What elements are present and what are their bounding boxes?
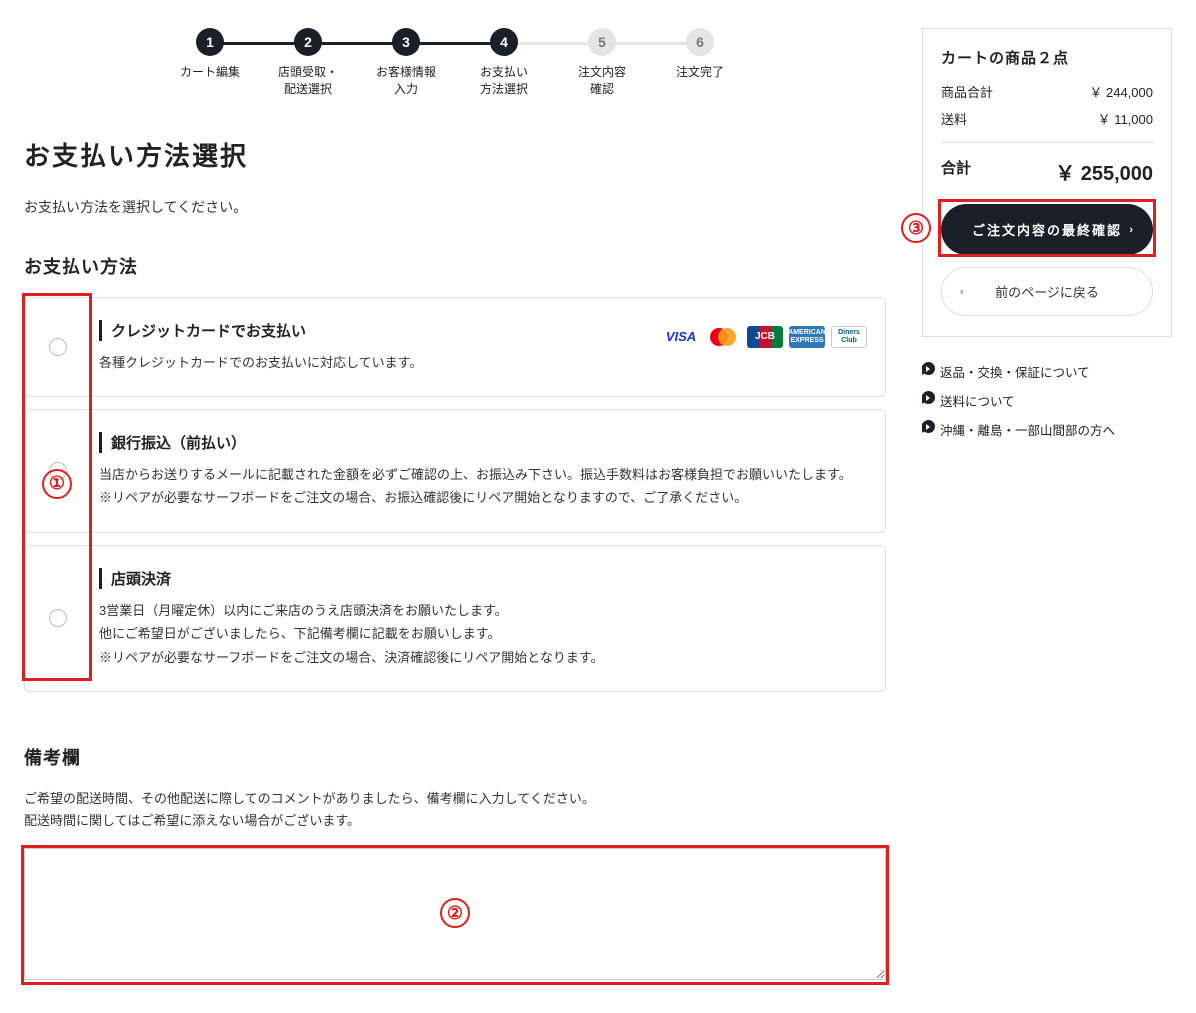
confirm-order-button[interactable]: ご注文内容の最終確認 ›: [941, 204, 1153, 255]
back-button[interactable]: ‹ 前のページに戻る: [941, 267, 1153, 316]
payment-desc: 当店からお送りするメールに記載された金額を必ずご確認の上、お振込み下さい。振込手…: [99, 463, 859, 510]
annotation-callout-3: ③: [901, 213, 931, 243]
step-5: 5 注文内容確認: [553, 28, 651, 98]
mastercard-icon: [705, 326, 741, 348]
link-returns[interactable]: 返品・交換・保証について: [922, 357, 1172, 386]
card-brand-logos: VISA JCB AMERICAN EXPRESS Diners Club: [663, 326, 867, 348]
chevron-left-icon: ‹: [960, 286, 964, 298]
payment-desc: 3営業日（月曜定休）以内にご来店のうえ店頭決済をお願いたします。他にご希望日がご…: [99, 599, 859, 669]
step-label: お支払い方法選択: [480, 64, 528, 98]
arrow-circle-icon: [922, 420, 935, 433]
step-number: 2: [294, 28, 322, 56]
diners-icon: Diners Club: [831, 326, 867, 348]
remarks-heading: 備考欄: [24, 744, 886, 770]
confirm-button-label: ご注文内容の最終確認: [972, 223, 1122, 238]
checkout-stepper: 1 カート編集 2 店頭受取・配送選択 3 お客様情報入力 4 お支払い方法選択…: [24, 28, 886, 98]
page-subtitle: お支払い方法を選択してください。: [24, 197, 886, 217]
step-1: 1 カート編集: [161, 28, 259, 81]
link-shipping[interactable]: 送料について: [922, 386, 1172, 415]
arrow-circle-icon: [922, 362, 935, 375]
radio-in-store[interactable]: [49, 609, 67, 627]
visa-icon: VISA: [663, 326, 699, 348]
amex-icon: AMERICAN EXPRESS: [789, 326, 825, 348]
step-label: 店頭受取・配送選択: [278, 64, 338, 98]
arrow-circle-icon: [922, 391, 935, 404]
payment-option-in-store[interactable]: 店頭決済 3営業日（月曜定休）以内にご来店のうえ店頭決済をお願いたします。他にご…: [24, 545, 886, 692]
step-6: 6 注文完了: [651, 28, 749, 81]
step-2: 2 店頭受取・配送選択: [259, 28, 357, 98]
step-number: 5: [588, 28, 616, 56]
shipping-value: ￥ 11,000: [1098, 109, 1153, 128]
step-label: 注文完了: [676, 64, 724, 81]
remarks-textarea[interactable]: [24, 848, 886, 980]
step-number: 3: [392, 28, 420, 56]
jcb-icon: JCB: [747, 326, 783, 348]
total-label: 合計: [941, 157, 971, 186]
payment-option-bank-transfer[interactable]: 銀行振込（前払い） 当店からお送りするメールに記載された金額を必ずご確認の上、お…: [24, 409, 886, 533]
remarks-description: ご希望の配送時間、その他配送に際してのコメントがありましたら、備考欄に入力してく…: [24, 788, 886, 832]
cart-summary: カートの商品２点 商品合計 ￥ 244,000 送料 ￥ 11,000 合計 ￥…: [922, 28, 1172, 337]
chevron-right-icon: ›: [1129, 224, 1135, 236]
payment-heading: お支払い方法: [24, 253, 886, 279]
payment-title: 店頭決済: [99, 568, 859, 589]
payment-option-credit-card[interactable]: クレジットカードでお支払い 各種クレジットカードでのお支払いに対応しています。 …: [24, 297, 886, 397]
shipping-label: 送料: [941, 109, 967, 128]
subtotal-label: 商品合計: [941, 82, 993, 101]
radio-bank-transfer[interactable]: [49, 462, 67, 480]
link-remote-areas[interactable]: 沖縄・離島・一部山間部の方へ: [922, 415, 1172, 444]
payment-method-list: ① クレジットカードでお支払い 各種クレジットカードでのお支払いに対応しています…: [24, 297, 886, 692]
info-links: 返品・交換・保証について 送料について 沖縄・離島・一部山間部の方へ: [922, 357, 1172, 444]
step-3: 3 お客様情報入力: [357, 28, 455, 98]
payment-title: 銀行振込（前払い）: [99, 432, 859, 453]
step-number: 6: [686, 28, 714, 56]
page-title: お支払い方法選択: [24, 136, 886, 173]
step-4: 4 お支払い方法選択: [455, 28, 553, 98]
step-label: カート編集: [180, 64, 240, 81]
subtotal-value: ￥ 244,000: [1089, 82, 1153, 101]
payment-desc: 各種クレジットカードでのお支払いに対応しています。: [99, 351, 859, 374]
back-button-label: 前のページに戻る: [995, 285, 1099, 300]
total-value: ￥ 255,000: [1055, 157, 1153, 186]
summary-title: カートの商品２点: [941, 47, 1153, 68]
step-number: 4: [490, 28, 518, 56]
step-number: 1: [196, 28, 224, 56]
step-label: 注文内容確認: [578, 64, 626, 98]
step-label: お客様情報入力: [376, 64, 436, 98]
radio-credit-card[interactable]: [49, 338, 67, 356]
